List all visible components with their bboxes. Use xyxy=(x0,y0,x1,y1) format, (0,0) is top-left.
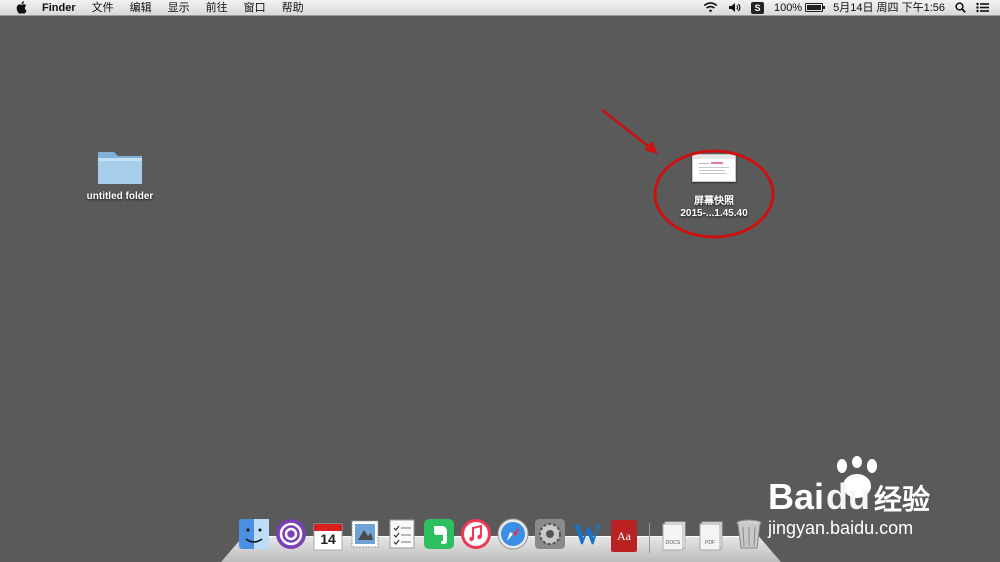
dock-mail[interactable] xyxy=(348,519,382,553)
dock-reminders[interactable] xyxy=(385,519,419,553)
menu-bar: Finder 文件 编辑 显示 前往 窗口 帮助 S 100% 5月14日 周四… xyxy=(0,0,1000,16)
dock-dictionary[interactable]: Aa xyxy=(607,519,641,553)
word-icon: W xyxy=(573,520,601,551)
watermark-url: jingyan.baidu.com xyxy=(768,518,914,538)
watermark-du: du xyxy=(826,476,871,517)
dock-safari[interactable] xyxy=(496,518,530,555)
docs-label: DOCS xyxy=(665,540,681,546)
calendar-icon: 14 xyxy=(313,521,343,551)
dock-evernote[interactable] xyxy=(422,518,456,555)
dock-separator xyxy=(649,523,650,553)
calendar-day: 14 xyxy=(320,531,336,547)
screenshot-thumbnail-icon xyxy=(692,154,736,182)
dock-bittorrent[interactable] xyxy=(274,518,308,555)
bittorrent-icon xyxy=(275,518,307,555)
clock[interactable]: 5月14日 周四 下午1:56 xyxy=(828,0,950,16)
trash-icon xyxy=(735,518,763,555)
watermark-jingyan-cn: 经验 xyxy=(874,484,931,515)
dock-calendar[interactable]: 14 xyxy=(311,519,345,553)
mail-stamp-icon xyxy=(349,518,381,555)
reminders-icon xyxy=(387,518,417,555)
volume-icon[interactable] xyxy=(723,2,746,13)
menu-window[interactable]: 窗口 xyxy=(236,0,274,16)
menu-edit[interactable]: 编辑 xyxy=(122,0,160,16)
itunes-icon xyxy=(460,518,492,555)
clock-time: 下午1:56 xyxy=(901,1,945,14)
evernote-icon xyxy=(423,518,455,555)
file-label-line1: 屏幕快照 xyxy=(694,196,734,207)
dock-docs-stack[interactable]: DOCS xyxy=(658,519,692,553)
app-menu-finder[interactable]: Finder xyxy=(38,0,84,16)
notification-center-icon[interactable] xyxy=(971,2,994,13)
dock-word[interactable]: W xyxy=(570,519,604,553)
battery-status[interactable]: 100% xyxy=(769,0,828,16)
clock-weekday: 周四 xyxy=(876,1,899,14)
spotlight-search-icon[interactable] xyxy=(950,2,971,13)
system-preferences-gear-icon xyxy=(534,518,566,555)
safari-icon xyxy=(497,518,529,555)
sogou-input-icon[interactable]: S xyxy=(746,1,769,14)
clock-date: 5月14日 xyxy=(833,1,874,14)
dictionary-icon: Aa xyxy=(611,520,637,552)
wifi-icon[interactable] xyxy=(698,2,723,13)
dock-finder[interactable] xyxy=(237,518,271,555)
desktop-folder-untitled[interactable]: untitled folder xyxy=(80,146,160,203)
battery-percent: 100% xyxy=(773,1,803,14)
file-label-line2: 2015-...1.45.40 xyxy=(680,208,748,219)
menu-view[interactable]: 显示 xyxy=(160,0,198,16)
annotation-arrow xyxy=(601,109,658,154)
dock-itunes[interactable] xyxy=(459,518,493,555)
pdf-stack-icon: PDF xyxy=(698,520,726,552)
dock: 14 W Aa DOCS PDF xyxy=(221,515,781,562)
menu-file[interactable]: 文件 xyxy=(84,0,122,16)
menu-help[interactable]: 帮助 xyxy=(274,0,312,16)
finder-icon xyxy=(238,518,270,555)
battery-icon xyxy=(805,3,826,12)
docs-stack-icon: DOCS xyxy=(661,520,689,552)
desktop-file-screenshot[interactable]: 屏幕快照 2015-...1.45.40 xyxy=(668,154,760,220)
watermark-bai: Bai xyxy=(768,476,825,517)
menu-go[interactable]: 前往 xyxy=(198,0,236,16)
pdf-label: PDF xyxy=(705,540,715,546)
apple-menu-icon[interactable] xyxy=(14,1,28,15)
dock-pdf-stack[interactable]: PDF xyxy=(695,519,729,553)
dock-system-preferences[interactable] xyxy=(533,518,567,555)
folder-icon xyxy=(96,146,144,191)
baidu-jingyan-watermark: Bai du 经验 jingyan.baidu.com xyxy=(760,452,990,552)
folder-label: untitled folder xyxy=(86,191,154,202)
